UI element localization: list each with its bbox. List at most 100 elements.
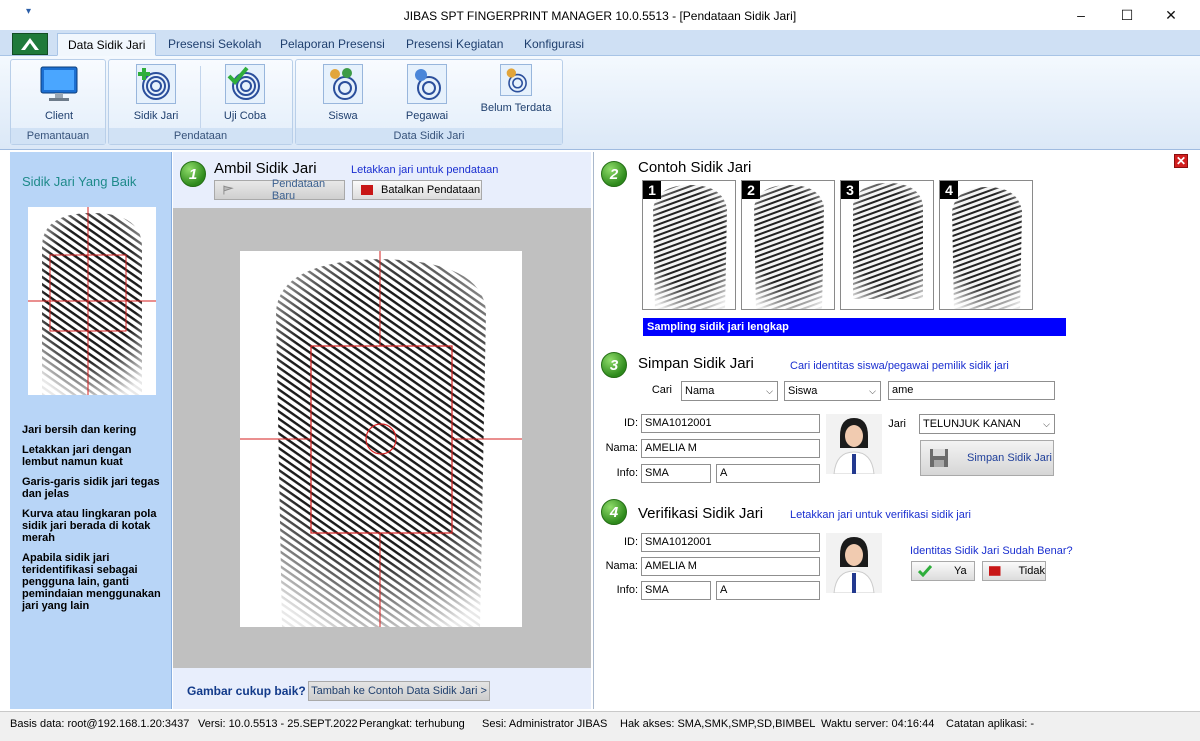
status-session: Sesi: Administrator JIBAS xyxy=(482,718,608,730)
group-label-data-sidik-jari: Data Sidik Jari xyxy=(296,128,562,144)
id-field[interactable]: SMA1012001 xyxy=(641,414,820,433)
status-bar: Basis data: root@192.168.1.20:3437 Versi… xyxy=(0,711,1200,741)
tab-pelaporan-presensi[interactable]: Pelaporan Presensi xyxy=(270,33,395,56)
sample-fingerprint-2: 2 xyxy=(741,180,835,310)
sample-fingerprint-4: 4 xyxy=(939,180,1033,310)
save-fingerprint-button[interactable]: Simpan Sidik Jari xyxy=(920,440,1054,476)
step-3-title: Simpan Sidik Jari xyxy=(638,355,754,372)
ribbon-body: Client Pemantauan Sidik Jari Uji Coba Pe… xyxy=(0,56,1200,150)
good-fingerprint-panel: Sidik Jari Yang Baik Jari bersih dan ker… xyxy=(10,152,172,709)
chevron-down-icon: ⌵ xyxy=(869,386,876,396)
image-quality-question: Gambar cukup baik? xyxy=(187,684,306,698)
client-button[interactable]: Client xyxy=(19,64,99,122)
step-1-title: Ambil Sidik Jari xyxy=(214,160,317,177)
tab-konfigurasi[interactable]: Konfigurasi xyxy=(514,33,594,56)
group-label-pemantauan: Pemantauan xyxy=(11,128,105,144)
app-menu-button[interactable] xyxy=(12,33,48,55)
sidik-jari-button[interactable]: Sidik Jari xyxy=(117,64,195,122)
new-enrollment-button[interactable]: Pendataan Baru xyxy=(214,178,345,202)
search-type-select[interactable]: Siswa ⌵ xyxy=(784,381,881,401)
sampling-status-bar: Sampling sidik jari lengkap xyxy=(643,318,1066,336)
step-1-hint: Letakkan jari untuk pendataan xyxy=(351,164,499,176)
minimize-button[interactable]: – xyxy=(1058,0,1104,30)
students-fingerprint-icon xyxy=(323,64,363,104)
verify-info-field-school[interactable]: SMA xyxy=(641,581,711,600)
status-device: Perangkat: terhubung xyxy=(359,718,465,730)
verify-nama-field[interactable]: AMELIA M xyxy=(641,557,820,576)
step-2-title: Contoh Sidik Jari xyxy=(638,159,752,176)
belum-terdata-button[interactable]: Belum Terdata xyxy=(474,64,558,114)
info-field-school[interactable]: SMA xyxy=(641,464,711,483)
group-pendataan: Sidik Jari Uji Coba Pendataan xyxy=(108,59,293,145)
status-version: Versi: 10.0.5513 - 25.SEPT.2022 xyxy=(198,718,358,730)
tip-item: Garis-garis sidik jari tegas dan jelas xyxy=(22,476,160,500)
tip-item: Jari bersih dan kering xyxy=(22,424,137,436)
verify-info-field-class[interactable]: A xyxy=(716,581,820,600)
close-panel-icon[interactable]: ✕ xyxy=(1174,154,1188,168)
sample-fingerprint-1: 1 xyxy=(642,180,736,310)
step-4-hint: Letakkan jari untuk verifikasi sidik jar… xyxy=(790,509,971,521)
good-fingerprint-title: Sidik Jari Yang Baik xyxy=(22,174,137,189)
group-data-sidik-jari: Siswa Pegawai Belum Terdata Data Sidik J… xyxy=(295,59,563,145)
step-2-badge: 2 xyxy=(601,161,627,187)
verify-student-photo xyxy=(826,533,882,593)
stop-icon xyxy=(989,566,1001,576)
capture-footer: Gambar cukup baik? Tambah ke Contoh Data… xyxy=(173,668,591,709)
step-3-hint: Cari identitas siswa/pegawai pemilik sid… xyxy=(790,360,1009,372)
step-1-badge: 1 xyxy=(180,161,206,187)
staff-fingerprint-icon xyxy=(407,64,447,104)
window-title: JIBAS SPT FINGERPRINT MANAGER 10.0.5513 … xyxy=(403,9,797,23)
fingerprint-tips: Jari bersih dan kering Letakkan jari den… xyxy=(22,424,162,620)
details-panel: ✕ 2 Contoh Sidik Jari 1 2 3 4 Sampling s… xyxy=(593,152,1195,709)
verify-question: Identitas Sidik Jari Sudah Benar? xyxy=(910,545,1073,557)
sample-fingerprint-3: 3 xyxy=(840,180,934,310)
step-3-badge: 3 xyxy=(601,352,627,378)
status-notes: Catatan aplikasi: - xyxy=(946,718,1035,730)
sample-fingerprint-image xyxy=(28,207,156,395)
group-label-pendataan: Pendataan xyxy=(109,128,292,144)
tab-data-sidik-jari[interactable]: Data Sidik Jari xyxy=(57,33,157,56)
group-pemantauan: Client Pemantauan xyxy=(10,59,106,145)
status-server-time: Waktu server: 04:16:44 xyxy=(821,718,935,730)
tip-item: Letakkan jari dengan lembut namun kuat xyxy=(22,444,132,468)
tab-presensi-kegiatan[interactable]: Presensi Kegiatan xyxy=(396,33,513,56)
search-input[interactable]: ame xyxy=(888,381,1055,400)
unregistered-fingerprint-icon xyxy=(500,64,532,96)
info-label: Info: xyxy=(616,467,638,479)
fingerprint-check-icon xyxy=(225,64,265,104)
chevron-down-icon: ⌵ xyxy=(766,386,773,396)
status-access: Hak akses: SMA,SMK,SMP,SD,BIMBEL xyxy=(620,718,816,730)
step-4-badge: 4 xyxy=(601,499,627,525)
finger-select[interactable]: TELUNJUK KANAN ⌵ xyxy=(919,414,1055,434)
cancel-enrollment-button[interactable]: Batalkan Pendataan xyxy=(352,180,482,200)
monitor-icon xyxy=(39,64,79,104)
flag-icon xyxy=(223,185,234,195)
tip-item: Kurva atau lingkaran pola sidik jari ber… xyxy=(22,508,157,544)
verify-id-label: ID: xyxy=(623,536,638,548)
no-button[interactable]: Tidak xyxy=(982,561,1046,581)
stop-icon xyxy=(361,185,373,195)
maximize-button[interactable]: ☐ xyxy=(1104,0,1150,30)
search-field-select[interactable]: Nama ⌵ xyxy=(681,381,778,401)
chevron-down-icon: ⌵ xyxy=(1043,419,1050,429)
add-to-samples-button[interactable]: Tambah ke Contoh Data Sidik Jari > xyxy=(308,681,490,701)
nama-field[interactable]: AMELIA M xyxy=(641,439,820,458)
title-bar: ▾ JIBAS SPT FINGERPRINT MANAGER 10.0.551… xyxy=(0,0,1200,30)
info-field-class[interactable]: A xyxy=(716,464,820,483)
tip-item: Apabila sidik jari teridentifikasi sebag… xyxy=(22,552,161,612)
scanned-fingerprint-image xyxy=(240,251,522,627)
ribbon-tabs: Data Sidik Jari Presensi Sekolah Pelapor… xyxy=(0,30,1200,56)
step-4-title: Verifikasi Sidik Jari xyxy=(638,505,764,522)
status-database: Basis data: root@192.168.1.20:3437 xyxy=(10,718,190,730)
verify-id-field[interactable]: SMA1012001 xyxy=(641,533,820,552)
verify-info-label: Info: xyxy=(616,584,638,596)
capture-panel: 1 Ambil Sidik Jari Letakkan jari untuk p… xyxy=(173,152,591,709)
pegawai-button[interactable]: Pegawai xyxy=(388,64,466,122)
close-window-button[interactable]: ✕ xyxy=(1148,0,1194,30)
jari-label: Jari xyxy=(888,418,906,430)
check-icon xyxy=(918,565,932,577)
tab-presensi-sekolah[interactable]: Presensi Sekolah xyxy=(158,33,271,56)
yes-button[interactable]: Ya xyxy=(911,561,975,581)
siswa-button[interactable]: Siswa xyxy=(304,64,382,122)
uji-coba-button[interactable]: Uji Coba xyxy=(205,64,285,122)
